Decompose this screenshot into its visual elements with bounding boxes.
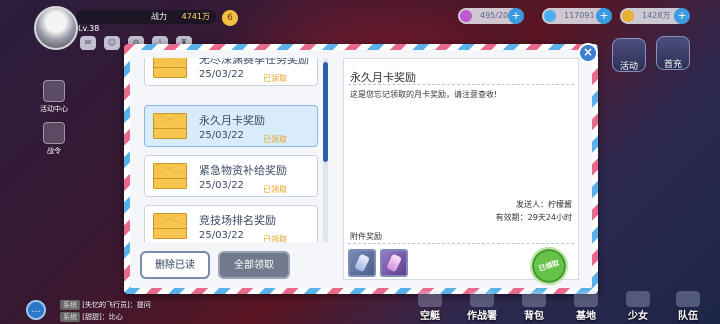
scrollbar-thumb[interactable] [323,62,328,162]
add-diamond-button[interactable]: + [596,8,612,24]
nav-label: 空艇 [420,311,440,322]
nav-label: 背包 [524,311,544,322]
girls-icon [626,291,650,307]
mail-list-scrollbar[interactable] [323,58,328,242]
right-menu-label: 活动 [619,62,638,72]
mail-date: 25/03/22 [199,230,244,241]
detail-body: 这是您忘记领取的月卡奖励，请注意查收! [350,90,498,99]
diamond-icon [544,10,556,22]
left-menu-battle-pass[interactable]: 战令 [34,122,74,156]
attachment-item[interactable] [348,249,376,277]
mail-title: 竞技场排名奖励 [199,214,276,227]
mail-title: 紧急物资补给奖励 [199,164,287,177]
base-icon [574,291,598,307]
delete-read-button[interactable]: 删除已读 [140,251,210,279]
blue-ticket-icon [354,253,370,273]
mail-item[interactable]: 竞技场排名奖励 25/03/22 已领取 [144,205,318,242]
chat-line: 系统 [甜甜]：比心 [60,312,123,322]
gold-coin-icon [622,10,634,22]
envelope-icon [153,58,187,78]
left-menu-label: 活动中心 [40,105,68,113]
airship-icon [418,291,442,307]
attachment-item[interactable] [380,249,408,277]
chat-text: [失忆的飞行员]：提问 [82,301,151,309]
envelope-icon [153,113,187,139]
attachments-label: 附件奖励 [350,232,382,241]
nav-label: 少女 [628,311,648,322]
chat-tag: 系统 [60,300,80,310]
player-nameplate: 战力 4741万 [76,10,216,24]
nav-label: 作战署 [467,311,497,322]
mail-title: 永久月卡奖励 [199,114,265,127]
chat-bar[interactable]: … 系统 [失忆的飞行员]：提问 系统 [甜甜]：比心 [26,296,226,324]
divider [348,84,574,85]
power-label: 战力 [151,12,167,21]
mail-detail: 永久月卡奖励 这是您忘记领取的月卡奖励，请注意查收! 发送人：柠檬酱 有效期：2… [343,58,579,290]
nav-operations[interactable]: 作战署 [460,291,504,322]
player-level: Lv.38 [78,24,100,33]
mail-item[interactable]: 无尽深渊赛季任务奖励 25/03/22 已领取 [144,58,318,86]
backpack-icon [522,291,546,307]
stamina-icon [460,10,472,22]
resource-value: 1428万 [642,11,671,20]
resource-diamond: 117091 + [542,8,612,24]
player-avatar[interactable] [34,6,78,50]
friends-icon[interactable]: ☺ [104,36,120,50]
claim-all-button[interactable]: 全部领取 [218,251,290,279]
mail-status: 已领取 [263,135,287,144]
right-menu-first-recharge[interactable]: 首充 [656,36,690,70]
mail-date: 25/03/22 [199,69,244,80]
bottom-nav: 空艇 作战署 背包 基地 少女 队伍 [400,291,720,324]
mail-icon[interactable]: ✉ [80,36,96,50]
nav-label: 队伍 [678,311,698,322]
close-button[interactable]: × [578,43,598,63]
nav-label: 基地 [576,311,596,322]
envelope-icon [153,213,187,239]
vip-badge[interactable]: 6 [222,10,238,26]
resource-gold: 1428万 + [620,8,690,24]
mail-date: 25/03/22 [199,180,244,191]
resource-value: 117091 [564,11,595,20]
mail-status: 已领取 [263,185,287,194]
left-menu-label: 战令 [47,147,61,155]
left-menu-activity-center[interactable]: 活动中心 [34,80,74,114]
team-icon [676,291,700,307]
battle-pass-icon [43,122,65,144]
chat-tag: 系统 [60,312,80,322]
mail-list[interactable]: 无尽深渊赛季任务奖励 25/03/22 已领取 永久月卡奖励 25/03/22 … [142,58,334,242]
chat-text: [甜甜]：比心 [82,313,123,321]
divider [348,243,574,244]
activity-center-icon [43,80,65,102]
add-stamina-button[interactable]: + [508,8,524,24]
envelope-icon [153,163,187,189]
nav-girls[interactable]: 少女 [616,291,660,322]
detail-validity: 有效期：29天24小时 [495,213,572,222]
mail-status: 已领取 [263,74,287,83]
purple-ticket-icon [386,253,402,273]
mail-item[interactable]: 紧急物资补给奖励 25/03/22 已领取 [144,155,318,197]
nav-backpack[interactable]: 背包 [512,291,556,322]
resource-stamina: 495/200 + [458,8,524,24]
add-gold-button[interactable]: + [674,8,690,24]
nav-team[interactable]: 队伍 [666,291,710,322]
chat-line: 系统 [失忆的飞行员]：提问 [60,300,151,310]
right-menu-label: 首充 [663,60,682,70]
detail-sender: 发送人：柠檬酱 [516,200,572,209]
mail-item-selected[interactable]: 永久月卡奖励 25/03/22 已领取 [144,105,318,147]
operations-icon [470,291,494,307]
power-value: 4741万 [181,12,210,21]
detail-title: 永久月卡奖励 [350,71,416,84]
nav-airship[interactable]: 空艇 [408,291,452,322]
mail-date: 25/03/22 [199,130,244,141]
mail-status: 已领取 [263,235,287,242]
right-menu-event[interactable]: 活动 [612,38,646,72]
chat-icon[interactable]: … [26,300,46,320]
nav-base[interactable]: 基地 [564,291,608,322]
mail-title: 无尽深渊赛季任务奖励 [199,58,309,66]
